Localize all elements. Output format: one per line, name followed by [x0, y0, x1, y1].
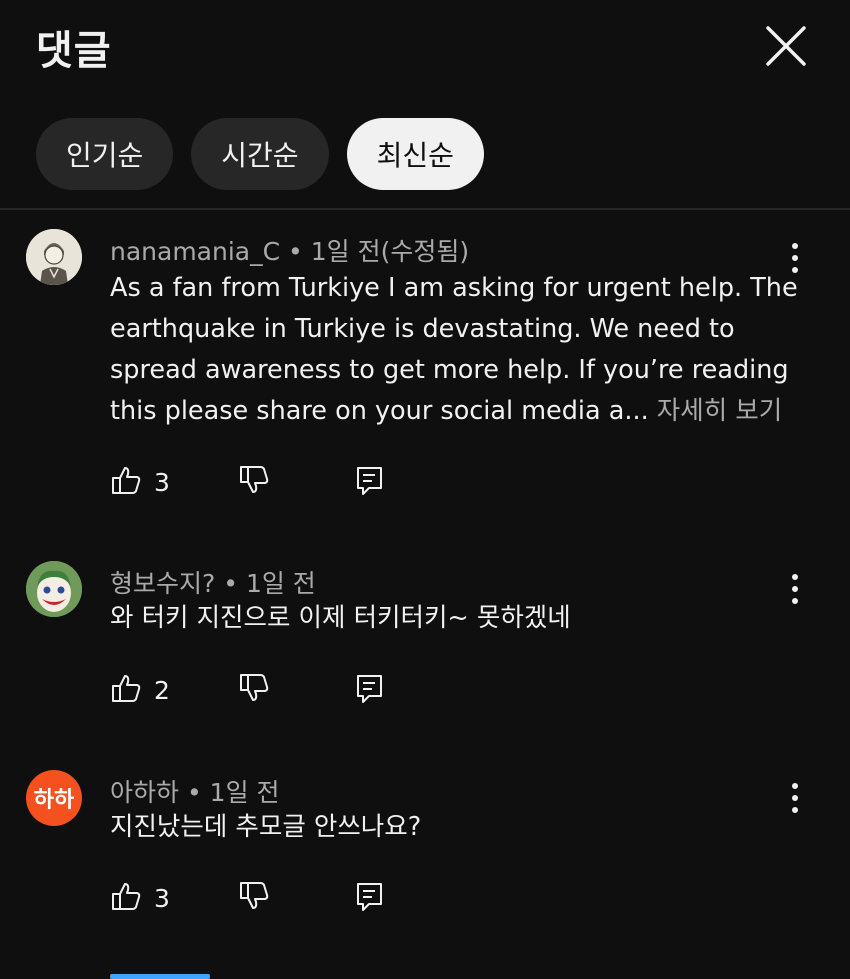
comment-time: 1일 전(수정됨) — [310, 237, 470, 266]
close-icon[interactable] — [762, 22, 810, 70]
like-count: 2 — [154, 675, 170, 705]
comment-time: 1일 전 — [209, 778, 280, 807]
comment-author[interactable]: 아하하 — [110, 778, 179, 807]
meta-separator: • — [288, 237, 311, 266]
reply-icon — [354, 672, 386, 708]
dislike-button[interactable] — [238, 878, 270, 918]
avatar[interactable] — [26, 229, 82, 285]
sort-chip-popular[interactable]: 인기순 — [36, 118, 174, 190]
read-more-link[interactable]: 자세히 보기 — [657, 396, 782, 426]
comment-text: As a fan from Turkiye I am asking for ur… — [110, 268, 800, 432]
dislike-button[interactable] — [238, 462, 270, 502]
like-button[interactable]: 3 — [110, 462, 170, 502]
dislike-icon — [238, 672, 270, 708]
meta-separator: • — [186, 778, 210, 807]
comment-time: 1일 전 — [245, 569, 316, 598]
meta-separator: • — [223, 569, 246, 598]
comment-actions: 3 — [110, 878, 430, 918]
comment-text: 와 터키 지진으로 이제 터키터키~ 못하겠네 — [110, 603, 571, 633]
avatar[interactable]: 하하 — [26, 770, 82, 826]
comment-meta: 형보수지? • 1일 전 — [110, 564, 316, 600]
dislike-icon — [238, 880, 270, 916]
comment-actions: 3 — [110, 462, 430, 502]
dislike-button[interactable] — [238, 670, 270, 710]
comment-actions: 2 — [110, 670, 430, 710]
reply-button[interactable] — [354, 878, 386, 918]
like-icon — [110, 880, 142, 916]
like-button[interactable]: 2 — [110, 670, 170, 710]
like-count: 3 — [154, 467, 170, 497]
like-button[interactable]: 3 — [110, 878, 170, 918]
comment-author[interactable]: nanamania_C — [110, 237, 280, 266]
comment-text: 지진났는데 추모글 안쓰나요? — [110, 812, 422, 842]
comment-author[interactable]: 형보수지? — [110, 569, 215, 598]
page-title: 댓글 — [36, 28, 112, 74]
like-icon — [110, 464, 142, 500]
reply-button[interactable] — [354, 670, 386, 710]
comment-meta: nanamania_C • 1일 전(수정됨) — [110, 232, 469, 268]
like-count: 3 — [154, 883, 170, 913]
sort-chip-bar: 인기순 시간순 최신순 — [36, 118, 484, 190]
like-icon — [110, 672, 142, 708]
reply-icon — [354, 464, 386, 500]
divider — [0, 208, 850, 210]
reply-icon — [354, 880, 386, 916]
sort-chip-newest[interactable]: 최신순 — [346, 118, 484, 190]
comment-meta: 아하하 • 1일 전 — [110, 773, 280, 809]
sort-chip-time[interactable]: 시간순 — [191, 118, 329, 190]
reply-button[interactable] — [354, 462, 386, 502]
avatar[interactable] — [26, 561, 82, 617]
dislike-icon — [238, 464, 270, 500]
comments-header: 댓글 — [0, 0, 850, 100]
partial-next-item — [110, 974, 210, 979]
